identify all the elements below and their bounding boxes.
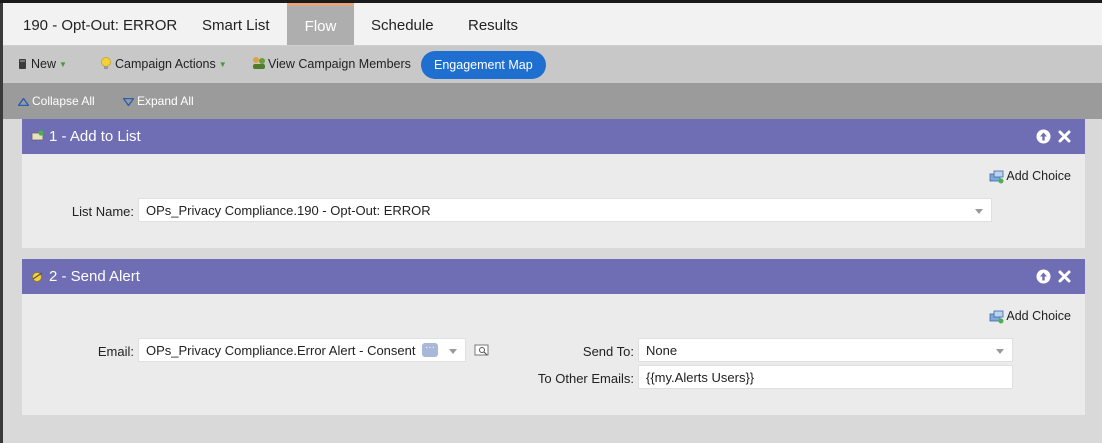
send-to-value: None <box>646 343 678 358</box>
tab-smart-list[interactable]: Smart List <box>202 3 270 45</box>
email-select[interactable]: OPs_Privacy Compliance.Error Alert - Con… <box>138 338 466 362</box>
move-up-icon[interactable] <box>1036 129 1051 144</box>
list-name-value: OPs_Privacy Compliance.190 - Opt-Out: ER… <box>146 203 431 218</box>
flow-step-send-alert: 2 - Send Alert Add Choice Email: OPs_Pri… <box>22 259 1085 415</box>
expand-icon <box>122 97 135 107</box>
new-icon <box>19 59 26 69</box>
flow-step-add-to-list: 1 - Add to List Add Choice List Name: OP… <box>22 119 1085 248</box>
new-menu-button[interactable]: New ▼ <box>18 46 67 83</box>
add-choice-button[interactable]: Add Choice <box>989 309 1071 324</box>
tab-results[interactable]: Results <box>468 3 518 45</box>
preview-icon[interactable] <box>474 344 490 357</box>
tab-schedule[interactable]: Schedule <box>371 3 434 45</box>
members-icon <box>253 57 265 69</box>
engagement-map-button[interactable]: Engagement Map <box>421 51 546 79</box>
add-to-list-icon <box>31 130 44 141</box>
chevron-down-icon <box>996 349 1004 354</box>
more-options-icon[interactable]: ··· <box>422 343 438 357</box>
add-choice-label: Add Choice <box>1006 169 1071 183</box>
campaign-actions-button[interactable]: Campaign Actions ▼ <box>100 46 227 83</box>
flow-subbar: Collapse All Expand All <box>3 83 1102 119</box>
expand-all-label: Expand All <box>137 94 194 108</box>
step-title: 2 - Send Alert <box>49 268 140 285</box>
other-emails-field[interactable]: {{my.Alerts Users}} <box>638 365 1013 389</box>
collapse-all-button[interactable]: Collapse All <box>17 83 95 119</box>
send-to-label: Send To: <box>582 344 634 359</box>
step-title: 1 - Add to List <box>49 128 141 145</box>
add-choice-icon <box>989 310 1004 324</box>
add-choice-icon <box>989 170 1004 184</box>
chevron-down-icon <box>975 209 983 214</box>
list-name-select[interactable]: OPs_Privacy Compliance.190 - Opt-Out: ER… <box>138 198 992 222</box>
move-up-icon[interactable] <box>1036 269 1051 284</box>
collapse-icon <box>17 97 30 107</box>
expand-all-button[interactable]: Expand All <box>122 83 194 119</box>
view-campaign-members-label: View Campaign Members <box>268 57 411 71</box>
tab-bar: 190 - Opt-Out: ERROR Smart List Flow Sch… <box>3 3 1102 46</box>
add-choice-button[interactable]: Add Choice <box>989 169 1071 184</box>
send-alert-icon <box>32 272 43 282</box>
email-label: Email: <box>97 344 134 359</box>
dropdown-arrow-icon: ▼ <box>59 60 67 69</box>
close-icon[interactable] <box>1057 269 1072 284</box>
tab-flow[interactable]: Flow <box>287 3 354 45</box>
dropdown-arrow-icon: ▼ <box>218 60 227 69</box>
view-campaign-members-button[interactable]: View Campaign Members <box>251 46 411 83</box>
email-value: OPs_Privacy Compliance.Error Alert - Con… <box>146 343 416 358</box>
campaign-toolbar: New ▼ Campaign Actions ▼ View Campaign Mem… <box>3 46 1102 83</box>
campaign-name-tab[interactable]: 190 - Opt-Out: ERROR <box>23 3 177 45</box>
other-emails-value: {{my.Alerts Users}} <box>646 370 755 385</box>
step-header[interactable]: 2 - Send Alert <box>22 259 1085 294</box>
add-choice-label: Add Choice <box>1006 309 1071 323</box>
send-to-select[interactable]: None <box>638 338 1013 362</box>
new-label: New <box>31 57 57 71</box>
campaign-actions-label: Campaign Actions <box>115 57 216 71</box>
other-emails-label: To Other Emails: <box>537 371 634 386</box>
step-header[interactable]: 1 - Add to List <box>22 119 1085 154</box>
collapse-all-label: Collapse All <box>32 94 95 108</box>
list-name-label: List Name: <box>71 204 134 219</box>
close-icon[interactable] <box>1057 129 1072 144</box>
chevron-down-icon <box>449 349 457 354</box>
lightbulb-icon <box>101 57 111 69</box>
